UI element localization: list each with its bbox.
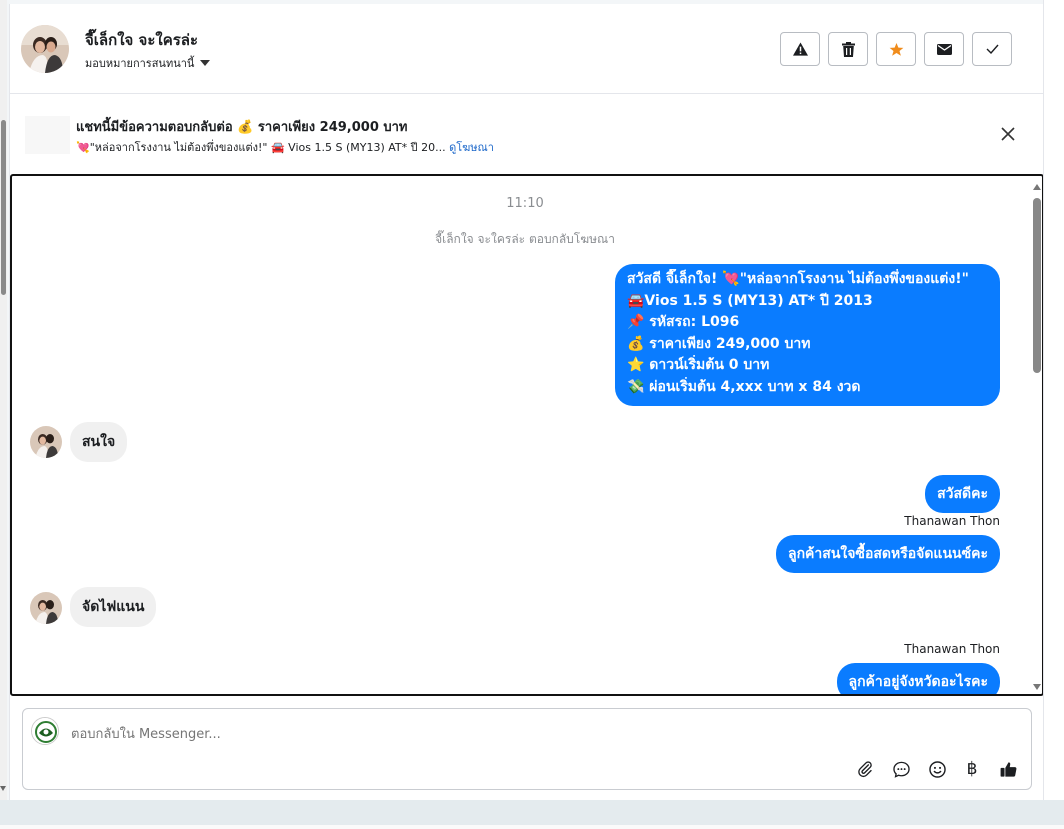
scroll-up-icon[interactable] [1033, 184, 1041, 190]
message-line: สวัสดี จี๊เล็กใจ! 💘"หล่อจากโรงงาน ไม่ต้อ… [627, 271, 969, 287]
outer-scroll-down-icon[interactable] [0, 786, 6, 791]
app: จี๊เล็กใจ จะใครล่ะ มอบหมายการสนทนานี้ แช… [0, 0, 1064, 829]
outgoing-message[interactable]: สวัสดีคะ [925, 475, 1000, 513]
outgoing-message[interactable]: ลูกค้าอยู่จังหวัดอะไรคะ [836, 663, 1000, 694]
contact-avatar-small[interactable] [30, 592, 62, 624]
warning-icon [792, 42, 808, 56]
message-composer: ฿ [22, 708, 1032, 790]
star-icon [889, 42, 903, 56]
message-line: 💸 ผ่อนเริ่มต้น 4,xxx บาท x 84 งวด [627, 378, 861, 395]
reply-input[interactable] [71, 724, 971, 744]
conversation-header: จี๊เล็กใจ จะใครล่ะ มอบหมายการสนทนานี้ [10, 4, 1044, 94]
message-list[interactable]: 11:10 จี๊เล็กใจ จะใครล่ะ ตอบกลับโฆษณา สว… [10, 174, 1044, 696]
right-panel-edge [1043, 0, 1064, 800]
outer-scrollbar-thumb[interactable] [1, 120, 6, 295]
contact-name: จี๊เล็กใจ จะใครล่ะ [85, 31, 199, 49]
ad-reply-banner: แชทนี้มีข้อความตอบกลับต่อ 💰 ราคาเพียง 24… [10, 94, 1044, 174]
report-button[interactable] [780, 32, 820, 66]
baht-icon[interactable]: ฿ [959, 757, 985, 781]
paperclip-icon[interactable] [852, 757, 878, 781]
trash-icon [841, 41, 855, 57]
outer-scrollbar[interactable] [0, 0, 7, 800]
contact-avatar[interactable] [21, 25, 69, 73]
conversation-panel: จี๊เล็กใจ จะใครล่ะ มอบหมายการสนทนานี้ แช… [9, 4, 1044, 800]
emoji-icon[interactable] [924, 757, 950, 781]
message-line: 📌 รหัสรถ: L096 [627, 314, 740, 330]
outgoing-message-ad-intro[interactable]: สวัสดี จี๊เล็กใจ! 💘"หล่อจากโรงงาน ไม่ต้อ… [615, 264, 1000, 406]
outgoing-message[interactable]: ลูกค้าสนใจซื้อสดหรือจัดแนนซ์คะ [776, 535, 1000, 573]
incoming-message[interactable]: จัดไฟแนน [70, 587, 157, 627]
thumbs-up-icon[interactable] [995, 757, 1021, 781]
close-icon[interactable] [998, 124, 1018, 144]
assign-conversation-dropdown[interactable]: มอบหมายการสนทนานี้ [85, 54, 211, 72]
caret-down-icon [200, 60, 211, 66]
system-message: จี๊เล็กใจ จะใครล่ะ ตอบกลับโฆษณา [435, 232, 615, 246]
page-avatar [31, 717, 59, 745]
envelope-icon [936, 43, 952, 55]
sender-name: Thanawan Thon [904, 642, 1000, 656]
message-line: 💰 ราคาเพียง 249,000 บาท [627, 335, 811, 352]
chat-scrollbar-thumb[interactable] [1033, 198, 1041, 373]
done-button[interactable] [972, 32, 1012, 66]
check-icon [986, 44, 999, 54]
ad-thumbnail [25, 116, 70, 154]
message-timestamp: 11:10 [506, 196, 544, 211]
ad-banner-title: แชทนี้มีข้อความตอบกลับต่อ 💰 ราคาเพียง 24… [76, 120, 408, 135]
view-ad-link[interactable]: ดูโฆษณา [449, 141, 494, 154]
message-line: 🚘Vios 1.5 S (MY13) AT* ปี 2013 [627, 292, 873, 309]
bottom-strip [0, 800, 1064, 829]
right-scrollbar-thumb[interactable] [1047, 4, 1061, 74]
sender-name: Thanawan Thon [904, 514, 1000, 528]
assign-label: มอบหมายการสนทนานี้ [85, 57, 195, 70]
delete-button[interactable] [828, 32, 868, 66]
chat-bubble-icon[interactable] [888, 757, 914, 781]
mail-button[interactable] [924, 32, 964, 66]
ad-banner-subtitle: 💘"หล่อจากโรงงาน ไม่ต้องพึ่งของแต่ง!" 🚘 V… [76, 138, 494, 156]
divider [0, 825, 1064, 829]
star-button[interactable] [876, 32, 916, 66]
ad-subtitle-text: 💘"หล่อจากโรงงาน ไม่ต้องพึ่งของแต่ง!" 🚘 V… [76, 141, 446, 154]
message-line: ⭐ ดาวน์เริ่มต้น 0 บาท [627, 357, 770, 373]
incoming-message[interactable]: สนใจ [70, 422, 128, 462]
contact-avatar-small[interactable] [30, 426, 62, 458]
chat-scrollbar[interactable] [1030, 176, 1042, 694]
scroll-down-icon[interactable] [1033, 684, 1041, 690]
